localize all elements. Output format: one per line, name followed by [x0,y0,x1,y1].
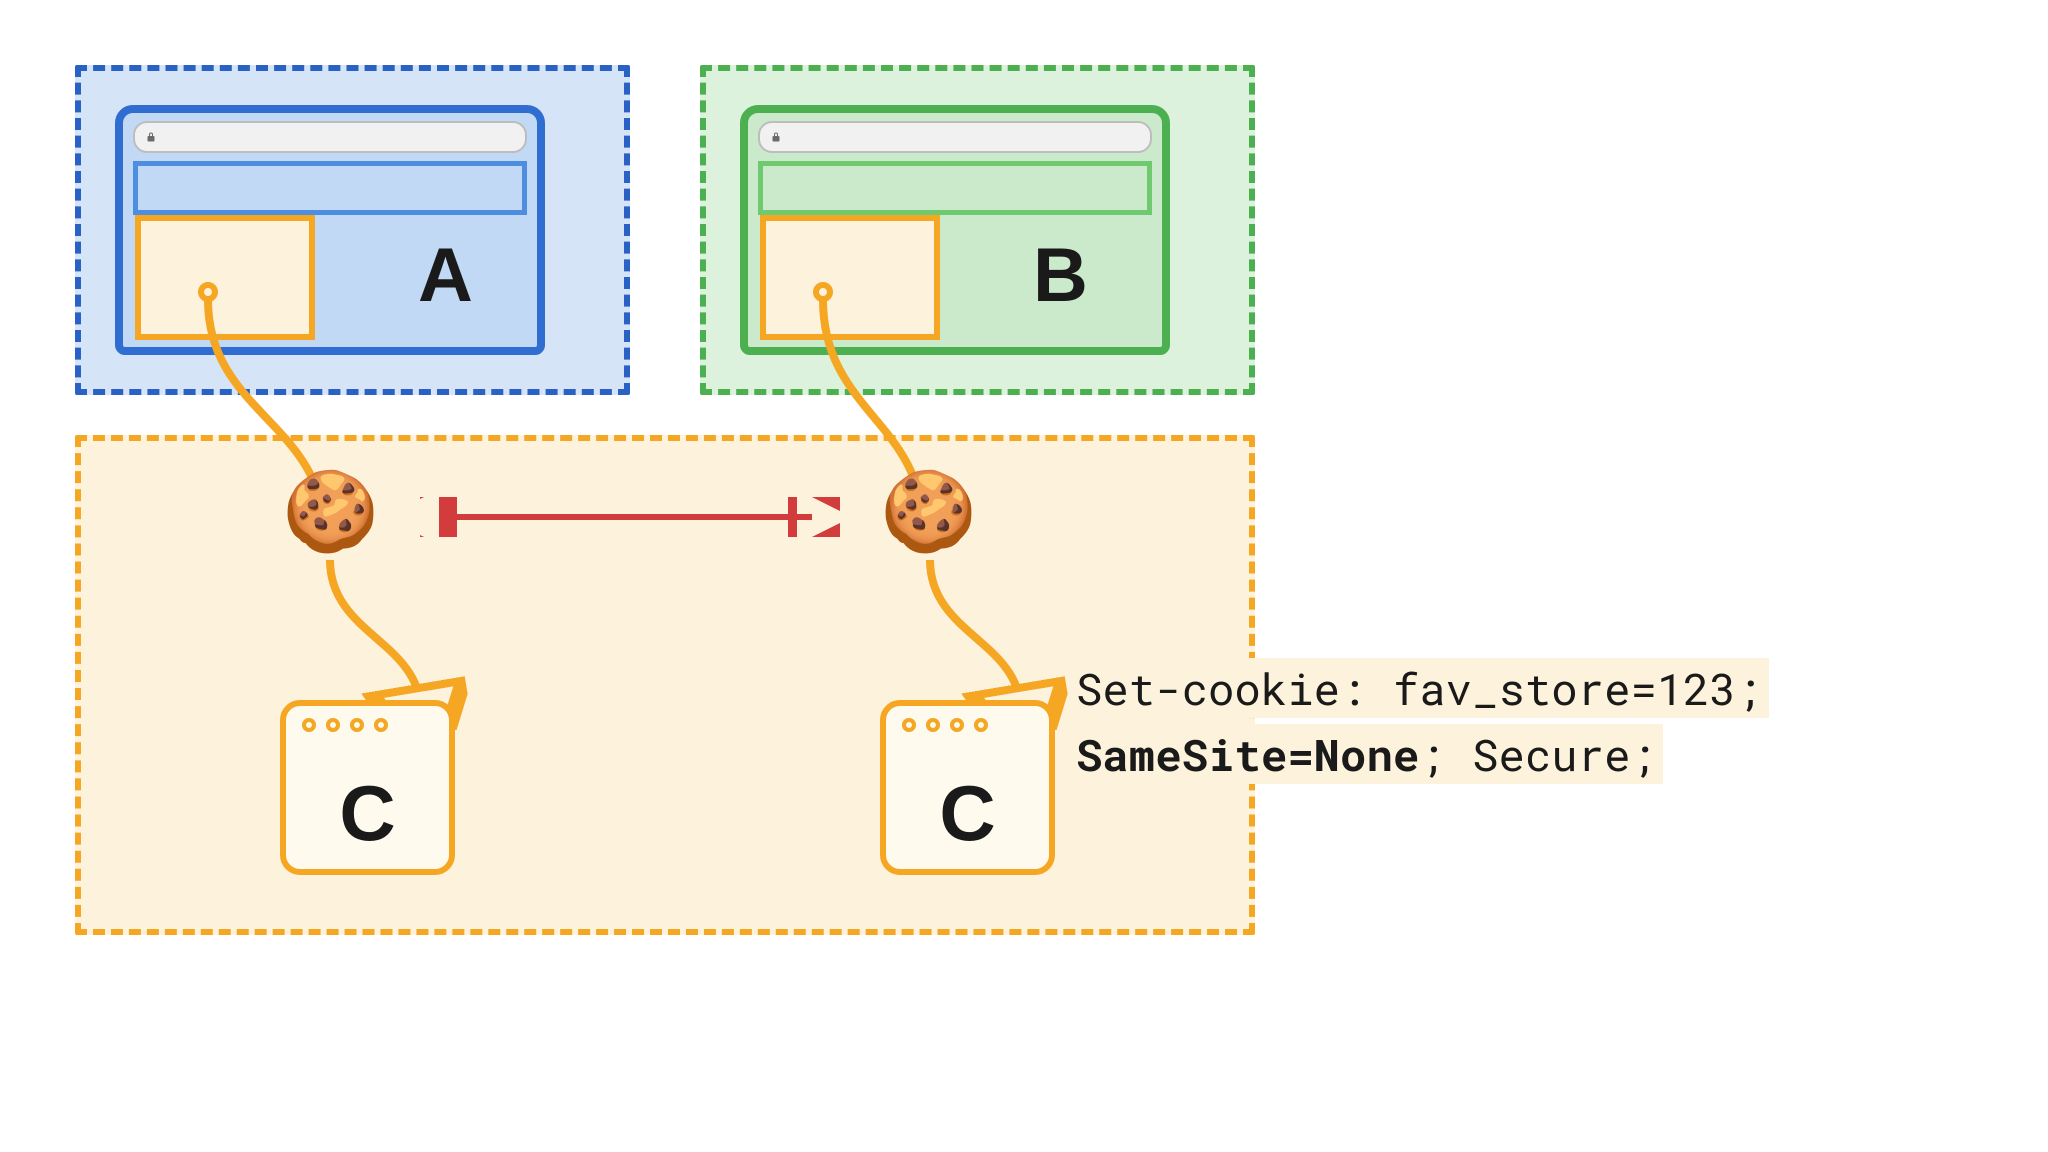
cookie-icon-b: 🍪 [880,470,965,555]
lock-icon [145,131,157,143]
code-samesite-bold: SameSite=None [1076,725,1419,783]
embedded-frame-b [760,215,940,340]
origin-a-label: A [418,232,473,319]
connector-node-b [813,282,833,302]
target-c1-box: C [280,700,455,875]
cookie-icon-a: 🍪 [282,470,367,555]
address-bar [133,121,527,153]
address-bar [758,121,1152,153]
code-line-1: Set-cookie: fav_store=123; [1070,658,1769,718]
origin-b-label: B [1033,232,1088,319]
target-c2-label: C [886,768,1049,859]
lock-icon [770,131,782,143]
diagram-canvas: A B [0,0,2048,1152]
connector-node-a [198,282,218,302]
target-c2-box: C [880,700,1055,875]
code-line-2-rest: ; Secure; [1419,725,1657,783]
embedded-frame-a [135,215,315,340]
target-c1-label: C [286,768,449,859]
content-row [133,161,527,215]
cookie-header-snippet: Set-cookie: fav_store=123; SameSite=None… [1070,655,1769,787]
browser-window-a [115,105,545,355]
window-dots-icon [302,718,388,732]
window-dots-icon [902,718,988,732]
browser-window-b [740,105,1170,355]
content-row [758,161,1152,215]
